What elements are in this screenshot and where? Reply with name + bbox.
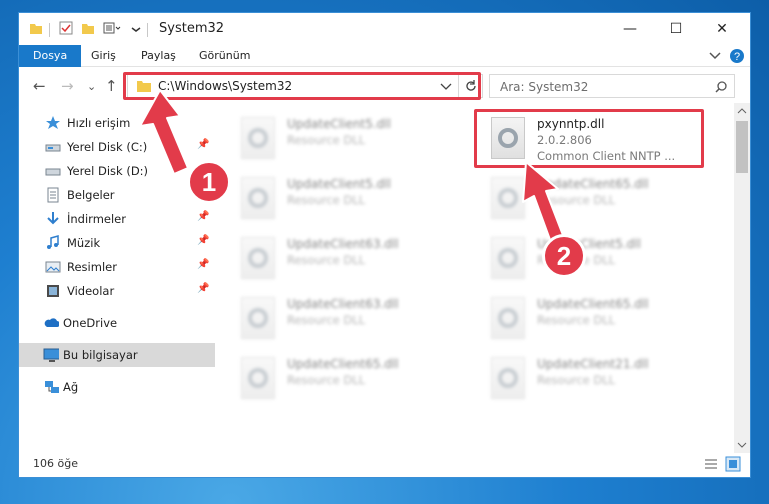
annotation-arrows: [139, 89, 567, 249]
step-badge-1: 1: [187, 160, 231, 204]
arrow-1: [139, 89, 189, 175]
step-badge-2: 2: [542, 234, 586, 278]
